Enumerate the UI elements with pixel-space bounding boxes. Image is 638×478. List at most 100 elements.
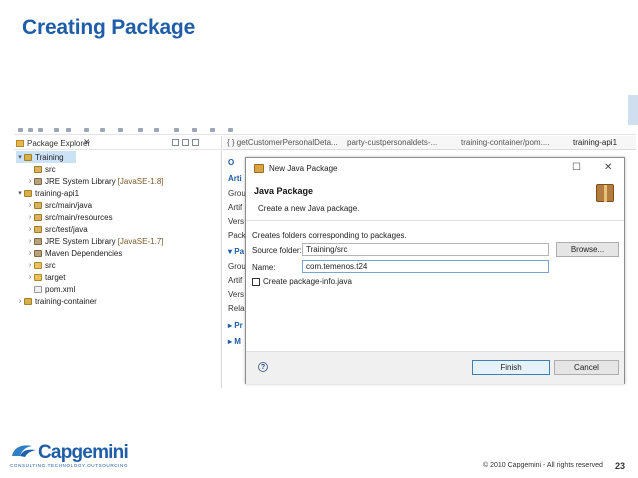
browse-button[interactable]: Browse...: [556, 242, 619, 257]
tree-item-suffix: [JavaSE-1.7]: [117, 236, 164, 246]
expand-icon[interactable]: ▾: [16, 189, 24, 197]
tree-item[interactable]: ▾ Training: [16, 151, 76, 163]
close-icon[interactable]: ✕: [604, 162, 612, 173]
tree-item[interactable]: › src: [26, 259, 56, 271]
tree-item-label: Maven Dependencies: [45, 248, 123, 258]
tab-label: Package Explorer: [27, 139, 91, 148]
tree-item-label: Training: [35, 152, 64, 162]
dialog-header: Java Package Create a new Java package.: [246, 178, 624, 221]
tree-item-label: src/main/java: [45, 200, 93, 210]
tree-item[interactable]: › src/test/java: [26, 223, 88, 235]
toolbar-icon[interactable]: [210, 128, 215, 132]
ide-toolbar: [14, 126, 636, 135]
section-label: Arti: [228, 174, 242, 183]
tree-item-label: src: [45, 164, 56, 174]
tree-item[interactable]: › src/main/resources: [26, 211, 113, 223]
toolbar-icon[interactable]: [54, 128, 59, 132]
source-folder-icon: [34, 225, 42, 233]
source-folder-icon: [34, 213, 42, 221]
view-menu-icon[interactable]: [192, 139, 199, 146]
view-toolbar: [172, 139, 199, 146]
expand-icon[interactable]: ▾: [16, 153, 24, 161]
toolbar-icon[interactable]: [138, 128, 143, 132]
toolbar-icon[interactable]: [38, 128, 43, 132]
field-label: Grou: [228, 262, 246, 271]
editor-tab[interactable]: { } getCustomerPersonalDeta...: [227, 138, 338, 147]
toolbar-icon[interactable]: [174, 128, 179, 132]
finish-button[interactable]: Finish: [472, 360, 550, 375]
expand-icon[interactable]: ›: [16, 298, 24, 305]
tree-item-label: training-container: [35, 296, 97, 306]
tree-item[interactable]: › JRE System Library [JavaSE-1.8]: [26, 175, 164, 187]
package-info-checkbox[interactable]: [252, 278, 260, 286]
tree-item[interactable]: src: [26, 163, 56, 175]
slide-title: Creating Package: [22, 16, 196, 39]
tree-item[interactable]: pom.xml: [26, 283, 75, 295]
expand-icon[interactable]: ›: [26, 274, 34, 281]
expand-icon[interactable]: ›: [26, 238, 34, 245]
cancel-button[interactable]: Cancel: [554, 360, 619, 375]
tree-item-label: training-api1: [35, 188, 80, 198]
overview-label: O: [228, 158, 235, 167]
help-icon[interactable]: ?: [258, 362, 268, 372]
accent-bar: [628, 95, 638, 125]
editor-tab[interactable]: training-container/pom....: [461, 138, 550, 147]
editor-tab[interactable]: party-custpersonaldets-...: [347, 138, 437, 147]
tree-item[interactable]: › target: [26, 271, 66, 283]
tree-item-label: JRE System Library: [45, 236, 116, 246]
tree-item[interactable]: › training-container: [16, 295, 97, 307]
editor-tab[interactable]: training-api1: [573, 138, 617, 147]
source-folder-label: Source folder:: [252, 246, 302, 255]
package-name-field[interactable]: com.temenos.t24: [302, 260, 549, 273]
toolbar-icon[interactable]: [84, 128, 89, 132]
tree-item-label: src/test/java: [45, 224, 88, 234]
expand-icon[interactable]: ›: [26, 262, 34, 269]
toolbar-icon[interactable]: [18, 128, 23, 132]
name-label: Name:: [252, 263, 276, 272]
library-icon: [34, 177, 42, 185]
collapse-all-icon[interactable]: [172, 139, 179, 146]
package-icon: [596, 184, 614, 202]
link-editor-icon[interactable]: [182, 139, 189, 146]
toolbar-icon[interactable]: [228, 128, 233, 132]
package-explorer-panel: Package Explorer ✕ ▾ Training src › JRE …: [14, 136, 222, 388]
library-icon: [34, 237, 42, 245]
toolbar-icon[interactable]: [118, 128, 123, 132]
java-icon: [254, 163, 264, 173]
tree-item[interactable]: ▾ training-api1: [16, 187, 79, 199]
section-label[interactable]: ▾ Pa: [228, 247, 244, 256]
expand-icon[interactable]: ›: [26, 178, 34, 185]
source-folder-icon: [34, 201, 42, 209]
tree-item-label: src/main/resources: [45, 212, 113, 222]
expand-icon[interactable]: ›: [26, 202, 34, 209]
toolbar-icon[interactable]: [192, 128, 197, 132]
tree-item-suffix: [JavaSE-1.8]: [117, 176, 164, 186]
maximize-icon[interactable]: ☐: [572, 162, 581, 173]
expand-icon[interactable]: ›: [26, 226, 34, 233]
expand-icon[interactable]: ›: [26, 214, 34, 221]
toolbar-icon[interactable]: [66, 128, 71, 132]
section-label[interactable]: ▸ Pr: [228, 321, 243, 330]
toolbar-icon[interactable]: [100, 128, 105, 132]
tree-item-label: target: [45, 272, 66, 282]
tree-item-label: JRE System Library: [45, 176, 116, 186]
new-java-package-dialog: New Java Package ☐ ✕ Java Package Create…: [245, 157, 625, 384]
capgemini-logo: Capgemini CONSULTING.TECHNOLOGY.OUTSOURC…: [10, 442, 129, 471]
tab-package-explorer[interactable]: Package Explorer: [16, 139, 90, 148]
source-folder-field[interactable]: Training/src: [302, 243, 549, 256]
tree-item-label: pom.xml: [45, 284, 76, 294]
section-label[interactable]: ▸ M: [228, 337, 241, 346]
field-label: Grou: [228, 189, 246, 198]
toolbar-icon[interactable]: [28, 128, 33, 132]
tree-item[interactable]: › Maven Dependencies: [26, 247, 123, 259]
tree-item[interactable]: › JRE System Library [JavaSE-1.7]: [26, 235, 164, 247]
expand-icon[interactable]: ›: [26, 250, 34, 257]
close-icon[interactable]: ✕: [83, 137, 91, 148]
dialog-footer: ? Finish Cancel: [246, 351, 624, 384]
tree-item[interactable]: › src/main/java: [26, 199, 92, 211]
toolbar-icon[interactable]: [154, 128, 159, 132]
wizard-title: Java Package: [254, 186, 314, 196]
editor-tabs: { } getCustomerPersonalDeta... party-cus…: [223, 136, 636, 150]
project-icon: [24, 189, 32, 197]
wizard-subtitle: Create a new Java package.: [258, 204, 360, 213]
